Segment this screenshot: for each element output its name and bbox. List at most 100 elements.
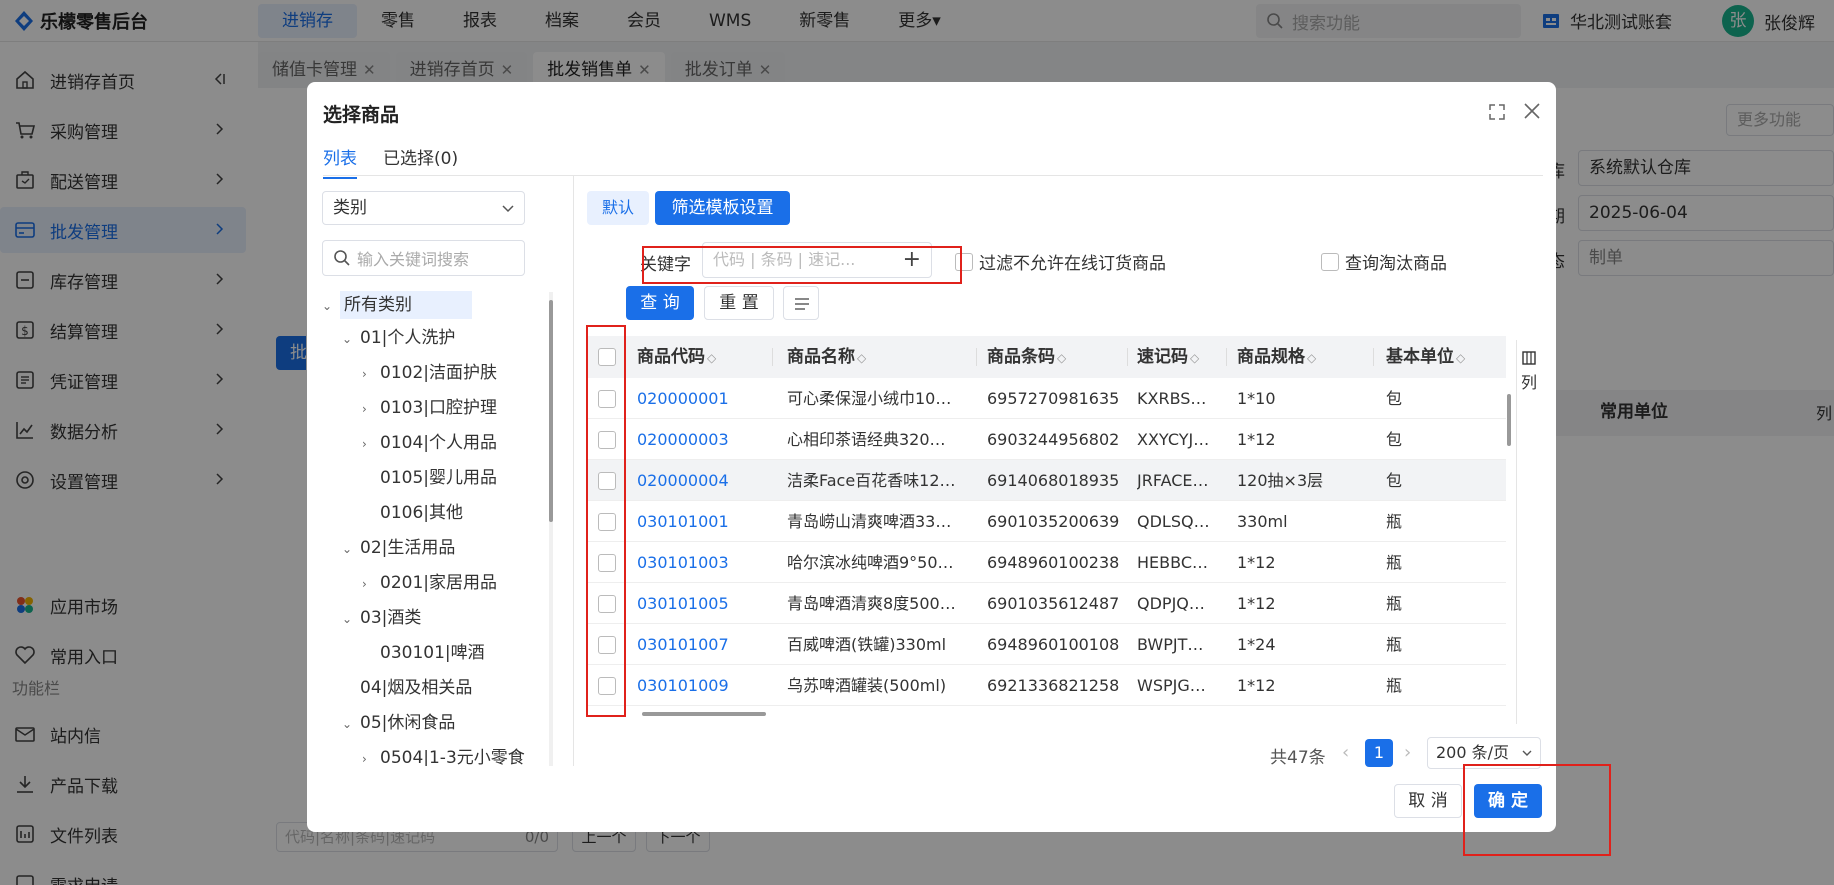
cell-name: 哈尔滨冰纯啤酒9°50… xyxy=(787,553,954,572)
table-horizontal-scrollbar[interactable] xyxy=(640,711,1500,717)
chevron-down-icon[interactable]: ⌄ xyxy=(342,709,360,739)
column-header-label: 商品名称 xyxy=(787,347,855,367)
tab-list[interactable]: 列表 xyxy=(323,144,357,179)
cell-code[interactable]: 030101009 xyxy=(637,665,729,706)
column-settings-toggle[interactable]: 列 xyxy=(1520,350,1538,393)
chevron-down-icon[interactable]: ⌄ xyxy=(342,534,360,564)
tree-node[interactable]: › 0102|洁面护肤 xyxy=(362,358,497,388)
cell-spec: 1*10 xyxy=(1237,389,1276,408)
column-settings-button[interactable] xyxy=(783,286,819,320)
filter-template-settings-button[interactable]: 筛选模板设置 xyxy=(655,191,790,225)
tree-node-label: 05|休闲食品 xyxy=(360,713,456,733)
tree-node[interactable]: ⌄ 03|酒类 xyxy=(342,603,421,633)
column-header-label: 商品代码 xyxy=(637,347,705,367)
tree-node-label: 02|生活用品 xyxy=(360,538,456,558)
column-header-label: 基本单位 xyxy=(1386,347,1454,367)
chevron-right-icon[interactable]: › xyxy=(362,569,380,599)
cell-unit: 包 xyxy=(1386,389,1403,408)
chevron-down-icon[interactable]: ⌄ xyxy=(342,604,360,634)
next-page-icon[interactable]: › xyxy=(1404,742,1411,763)
chevron-down-icon[interactable]: ⌄ xyxy=(342,324,360,354)
fullscreen-icon[interactable] xyxy=(1487,102,1507,122)
column-header-shortcode[interactable]: 速记码 ◇ xyxy=(1137,336,1199,378)
tree-node-label: 0504|1-3元小零食 xyxy=(380,748,525,766)
scrollbar-thumb[interactable] xyxy=(1507,394,1511,446)
chevron-right-icon[interactable]: › xyxy=(362,429,380,459)
tree-node[interactable]: › 0103|口腔护理 xyxy=(362,393,497,423)
cell-code[interactable]: 030101001 xyxy=(637,501,729,542)
query-button[interactable]: 查 询 xyxy=(626,286,694,320)
cell-unit: 瓶 xyxy=(1386,635,1403,654)
table-row[interactable]: 020000003 心相印茶语经典320… 6903244956802 XXYC… xyxy=(586,419,1506,460)
column-header-barcode[interactable]: 商品条码 ◇ xyxy=(987,336,1066,378)
chevron-right-icon[interactable]: › xyxy=(362,359,380,389)
table-row[interactable]: 020000004 洁柔Face百花香味12… 6914068018935 JR… xyxy=(586,460,1506,501)
tab-selected[interactable]: 已选择(0) xyxy=(383,144,458,179)
column-separator xyxy=(976,348,977,366)
reset-button[interactable]: 重 置 xyxy=(704,286,774,320)
scrollbar-thumb[interactable] xyxy=(642,712,766,716)
default-template-button[interactable]: 默认 xyxy=(587,191,649,225)
chevron-right-icon[interactable]: › xyxy=(362,744,380,766)
column-header-spec[interactable]: 商品规格 ◇ xyxy=(1237,336,1316,378)
column-header-unit[interactable]: 基本单位 ◇ xyxy=(1386,336,1465,378)
tree-node[interactable]: ⌄ 01|个人洗护 xyxy=(342,323,455,353)
table-row[interactable]: 030101001 青岛崂山清爽啤酒33… 6901035200639 QDLS… xyxy=(586,501,1506,542)
tree-scrollbar[interactable] xyxy=(549,292,553,766)
sort-icon[interactable]: ◇ xyxy=(1456,351,1465,365)
category-search-input[interactable]: 输入关键词搜索 xyxy=(322,240,525,276)
tree-node[interactable]: 030101|啤酒 xyxy=(362,638,485,668)
table-row[interactable]: 030101007 百威啤酒(铁罐)330ml 6948960100108 BW… xyxy=(586,624,1506,665)
tree-node[interactable]: 0106|其他 xyxy=(362,498,463,528)
cell-unit: 瓶 xyxy=(1386,553,1403,572)
cell-code[interactable]: 020000001 xyxy=(637,378,729,419)
query-obsolete-option[interactable]: 查询淘汰商品 xyxy=(1321,249,1447,274)
cell-code[interactable]: 030101007 xyxy=(637,624,729,665)
filter-online-option[interactable]: 过滤不允许在线订货商品 xyxy=(955,249,1166,274)
tree-node[interactable]: ⌄ 05|休闲食品 xyxy=(342,708,455,738)
cancel-button[interactable]: 取 消 xyxy=(1394,784,1462,818)
table-vertical-scrollbar[interactable] xyxy=(1506,390,1512,706)
cell-unit: 瓶 xyxy=(1386,594,1403,613)
tree-node[interactable]: › 0104|个人用品 xyxy=(362,428,497,458)
category-type-select[interactable]: 类别 xyxy=(322,191,525,225)
cell-shortcode: QDLSQ… xyxy=(1137,512,1210,531)
close-icon[interactable] xyxy=(1521,100,1543,122)
cell-unit: 包 xyxy=(1386,471,1403,490)
cell-code[interactable]: 030101005 xyxy=(637,583,729,624)
tree-scrollbar-thumb[interactable] xyxy=(549,300,553,522)
table-row[interactable]: 030101009 乌苏啤酒罐装(500ml) 6921336821258 WS… xyxy=(586,665,1506,706)
table-row[interactable]: 030101003 哈尔滨冰纯啤酒9°50… 6948960100238 HEB… xyxy=(586,542,1506,583)
sort-icon[interactable]: ◇ xyxy=(1190,351,1199,365)
column-settings-divider xyxy=(1516,340,1517,724)
cell-code[interactable]: 020000003 xyxy=(637,419,729,460)
chevron-right-icon[interactable]: › xyxy=(362,394,380,424)
column-header-code[interactable]: 商品代码 ◇ xyxy=(637,336,716,378)
search-icon xyxy=(334,250,350,266)
chevron-down-icon[interactable]: ⌄ xyxy=(322,291,340,321)
column-header-name[interactable]: 商品名称 ◇ xyxy=(787,336,866,378)
tree-node-label: 03|酒类 xyxy=(360,608,422,628)
sort-icon[interactable]: ◇ xyxy=(1057,351,1066,365)
cell-shortcode: QDPJQ… xyxy=(1137,594,1205,613)
tree-node-all[interactable]: ⌄ 所有类别 xyxy=(322,290,472,320)
cell-code[interactable]: 030101003 xyxy=(637,542,729,583)
table-row[interactable]: 030101005 青岛啤酒清爽8度500… 6901035612487 QDP… xyxy=(586,583,1506,624)
cell-spec: 120抽×3层 xyxy=(1237,471,1324,490)
page-number-current[interactable]: 1 xyxy=(1365,739,1393,767)
sort-icon[interactable]: ◇ xyxy=(857,351,866,365)
sort-icon[interactable]: ◇ xyxy=(707,351,716,365)
checkbox[interactable] xyxy=(1321,252,1339,271)
cell-name: 心相印茶语经典320… xyxy=(787,430,946,449)
prev-page-icon[interactable]: ‹ xyxy=(1342,742,1349,763)
tree-node[interactable]: 04|烟及相关品 xyxy=(342,673,472,703)
tree-node[interactable]: 0105|婴儿用品 xyxy=(362,463,497,493)
tree-node[interactable]: › 0504|1-3元小零食 xyxy=(362,743,525,766)
tree-node-label: 所有类别 xyxy=(340,291,472,319)
tree-node[interactable]: ⌄ 02|生活用品 xyxy=(342,533,455,563)
cell-code[interactable]: 020000004 xyxy=(637,460,729,501)
table-row[interactable]: 020000001 可心柔保湿小绒巾10… 6957270981635 KXRB… xyxy=(586,378,1506,419)
sort-icon[interactable]: ◇ xyxy=(1307,351,1316,365)
cell-barcode: 6948960100108 xyxy=(987,635,1120,654)
tree-node[interactable]: › 0201|家居用品 xyxy=(362,568,497,598)
